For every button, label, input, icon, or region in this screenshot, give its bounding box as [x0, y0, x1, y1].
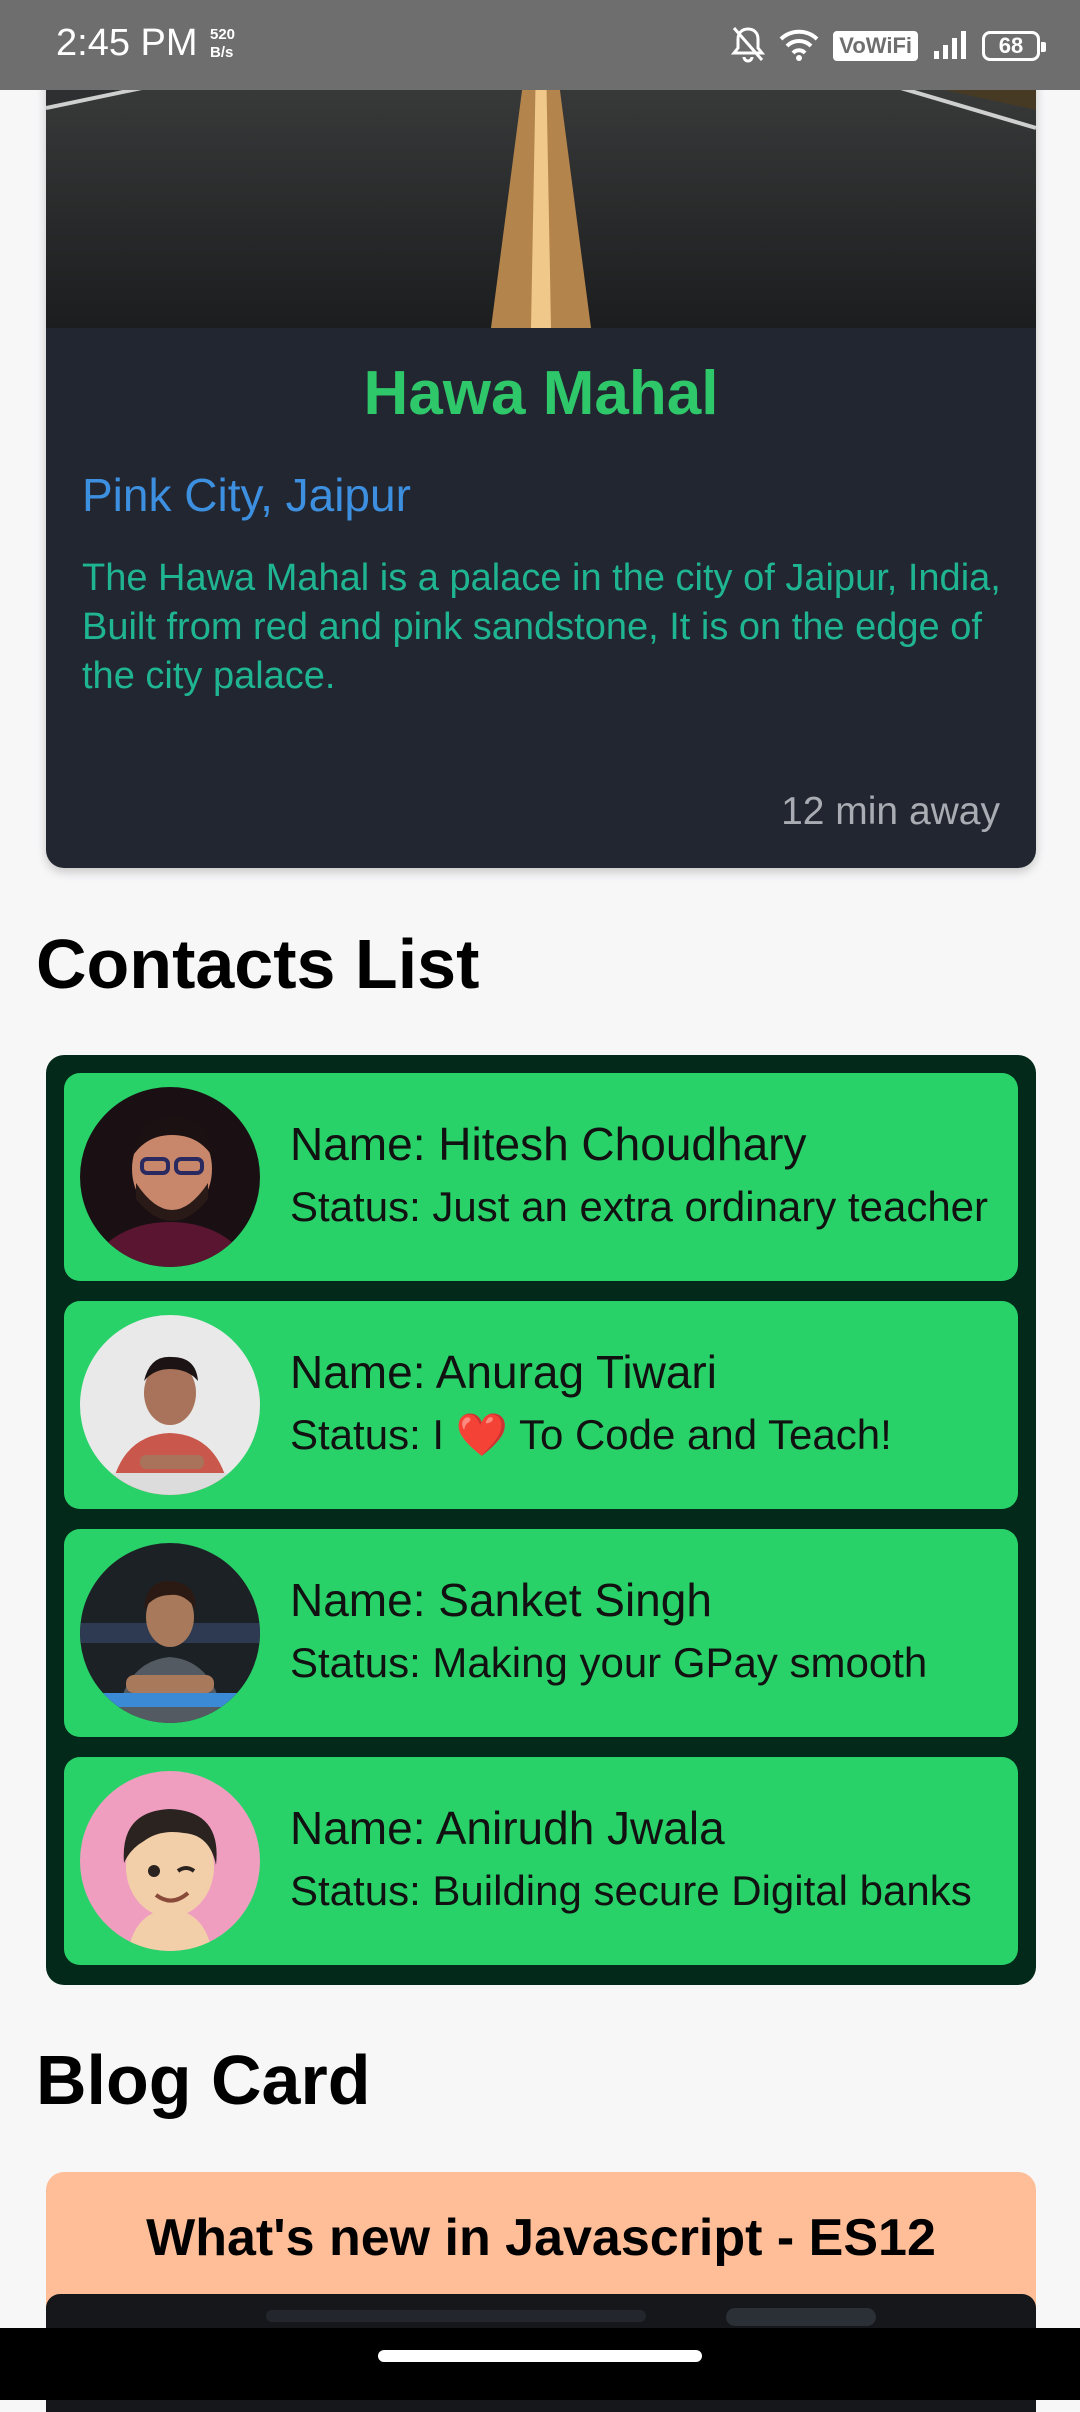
place-subtitle: Pink City, Jaipur	[82, 469, 411, 521]
signal-icon	[932, 29, 968, 64]
battery-level: 68	[998, 33, 1024, 58]
contact-status: Status: Just an extra ordinary teacher	[290, 1183, 989, 1230]
battery-icon: 68	[982, 31, 1046, 61]
blog-title: What's new in Javascript - ES12	[146, 2209, 936, 2267]
contact-name: Name: Hitesh Choudhary	[290, 1118, 807, 1170]
vowifi-badge: VoWiFi	[833, 31, 918, 61]
contact-name: Name: Anirudh Jwala	[290, 1802, 725, 1854]
wifi-icon	[779, 27, 819, 66]
status-time: 2:45 PM	[56, 22, 198, 64]
place-title: Hawa Mahal	[363, 359, 719, 428]
muted-bell-icon	[731, 25, 766, 68]
avatar	[80, 1315, 260, 1495]
contact-card[interactable]: Name: Anirudh Jwala Status: Building sec…	[64, 1757, 1018, 1965]
contact-card[interactable]: Name: Sanket Singh Status: Making your G…	[64, 1529, 1018, 1737]
home-gesture-handle[interactable]	[378, 2350, 702, 2362]
place-distance: 12 min away	[781, 790, 1000, 833]
avatar	[80, 1543, 260, 1723]
network-speed-unit: B/s	[210, 44, 234, 61]
contact-status: Status: Making your GPay smooth	[290, 1639, 928, 1686]
place-card[interactable]: Hawa Mahal Pink City, Jaipur The Hawa Ma…	[46, 60, 1036, 868]
avatar	[80, 1771, 260, 1951]
contact-card[interactable]: Name: Anurag Tiwari Status: I ❤️ To Code…	[64, 1301, 1018, 1509]
network-speed: 520 B/s	[210, 26, 235, 62]
contacts-list: Name: Hitesh Choudhary Status: Just an e…	[46, 1055, 1036, 1985]
navigation-bar	[0, 2328, 1080, 2400]
blog-heading: Blog Card	[36, 2041, 371, 2119]
network-speed-value: 520	[210, 26, 236, 43]
contacts-heading: Contacts List	[36, 925, 480, 1003]
place-description: The Hawa Mahal is a palace in the city o…	[82, 557, 1001, 697]
contact-status: Status: I ❤️ To Code and Teach!	[290, 1411, 892, 1458]
status-bar: 2:45 PM 520 B/s VoWiFi 68	[0, 0, 1080, 90]
contact-card[interactable]: Name: Hitesh Choudhary Status: Just an e…	[64, 1073, 1018, 1281]
contact-name: Name: Sanket Singh	[290, 1574, 712, 1626]
avatar	[80, 1087, 260, 1267]
contact-name: Name: Anurag Tiwari	[290, 1346, 717, 1398]
road-image	[46, 60, 1036, 328]
contact-status: Status: Building secure Digital banks	[290, 1867, 972, 1914]
